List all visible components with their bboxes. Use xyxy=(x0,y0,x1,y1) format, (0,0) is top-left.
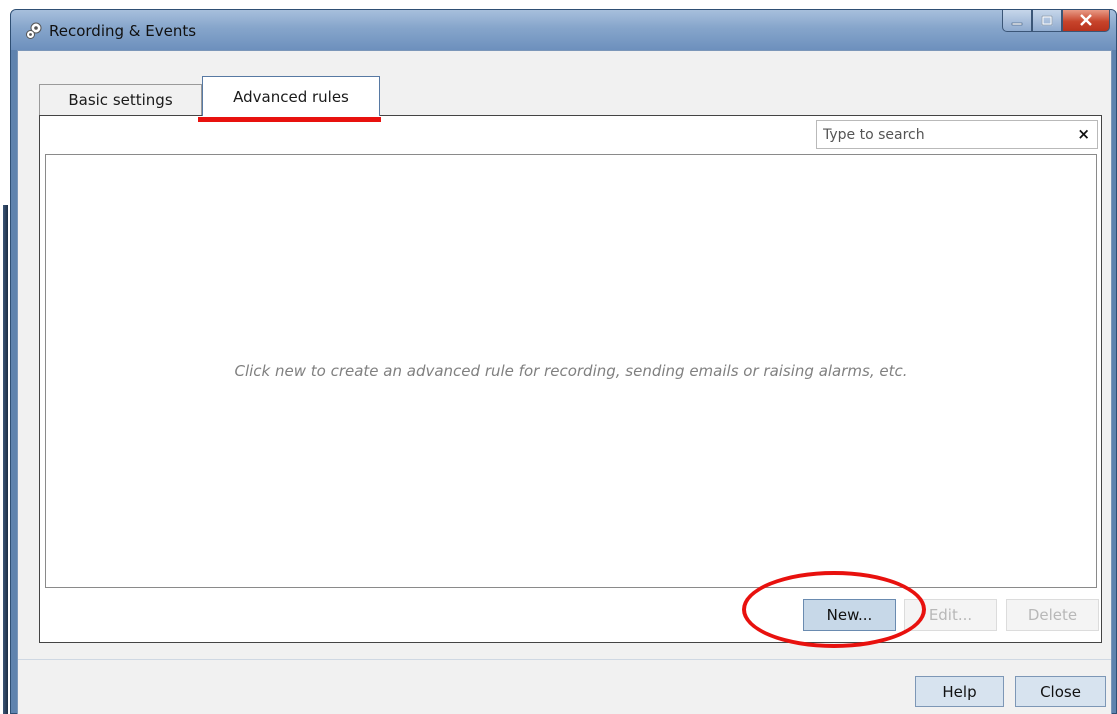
maximize-icon xyxy=(1041,12,1053,30)
rules-list[interactable]: Click new to create an advanced rule for… xyxy=(45,154,1097,588)
tab-label: Advanced rules xyxy=(233,87,349,106)
edit-rule-button[interactable]: Edit... xyxy=(904,599,997,631)
minimize-button[interactable] xyxy=(1002,10,1032,32)
search-input[interactable] xyxy=(817,121,1067,148)
tab-label: Basic settings xyxy=(68,91,173,109)
close-window-button[interactable] xyxy=(1062,10,1110,32)
new-rule-button[interactable]: New... xyxy=(803,599,896,631)
delete-rule-button[interactable]: Delete xyxy=(1006,599,1099,631)
tab-basic-settings[interactable]: Basic settings xyxy=(39,84,202,115)
clear-search-icon[interactable]: × xyxy=(1077,125,1090,143)
advanced-rules-panel: × Click new to create an advanced rule f… xyxy=(39,115,1102,643)
dialog-client-area: Basic settings Advanced rules × Click ne… xyxy=(17,50,1112,714)
background-window-edge xyxy=(0,205,10,714)
recording-events-window: Recording & Events Basic settings Advanc… xyxy=(10,9,1117,714)
footer-divider xyxy=(18,659,1111,660)
empty-list-message: Click new to create an advanced rule for… xyxy=(234,362,908,380)
maximize-button[interactable] xyxy=(1032,10,1062,32)
window-controls xyxy=(1002,10,1110,32)
title-bar[interactable]: Recording & Events xyxy=(11,10,1116,50)
window-title: Recording & Events xyxy=(49,22,197,40)
search-box: × xyxy=(816,120,1098,149)
gear-cluster-icon xyxy=(25,22,43,40)
active-tab-highlight xyxy=(198,117,381,122)
help-button[interactable]: Help xyxy=(915,676,1004,707)
close-button[interactable]: Close xyxy=(1015,676,1106,707)
minimize-icon xyxy=(1011,12,1023,30)
tab-advanced-rules[interactable]: Advanced rules xyxy=(202,76,380,116)
close-icon xyxy=(1079,12,1093,30)
